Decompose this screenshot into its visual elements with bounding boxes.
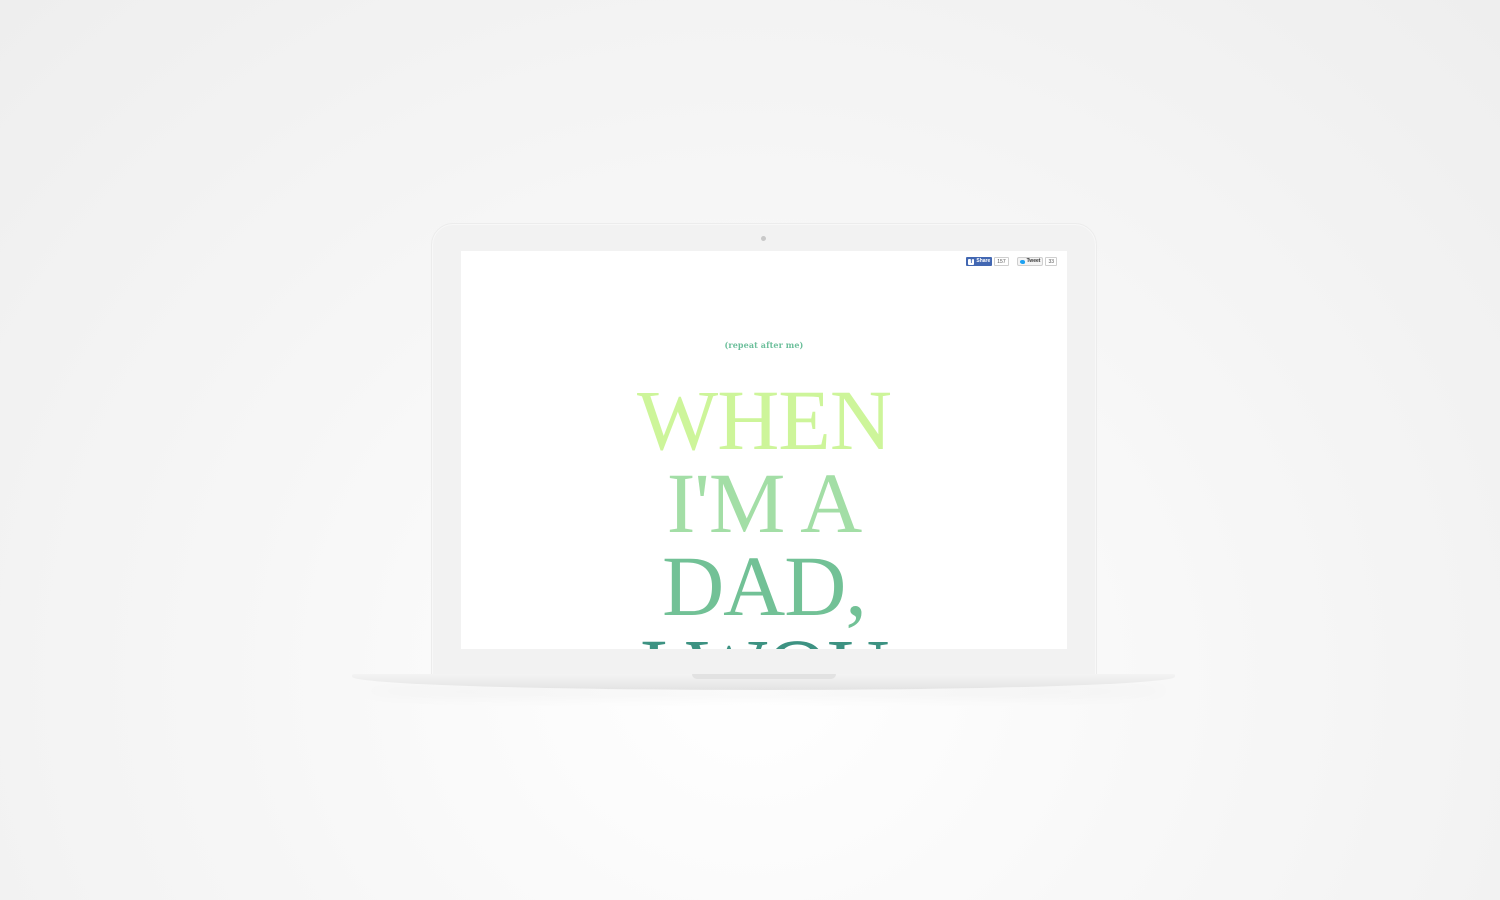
facebook-icon: f (968, 258, 975, 265)
headline-line-4: I WOU (461, 626, 1067, 649)
facebook-share-label: Share (976, 258, 991, 264)
headline-line-1: WHEN (637, 372, 892, 468)
facebook-share-count: 157 (994, 257, 1009, 266)
laptop-screen: f Share 157 Tweet 33 (repeat after me) W… (461, 251, 1067, 649)
headline-line-3: DAD, (662, 538, 867, 634)
twitter-bird-icon (1019, 259, 1025, 264)
tweet-button[interactable]: Tweet (1016, 257, 1044, 266)
twitter-share: Tweet 33 (1016, 257, 1057, 266)
headline: WHEN I'M A DAD, I WOU (461, 372, 1067, 649)
laptop-hinge-notch (692, 674, 836, 679)
headline-line-2: I'M A (666, 455, 862, 551)
facebook-share-button[interactable]: f Share (966, 257, 993, 266)
social-share-bar: f Share 157 Tweet 33 (966, 257, 1057, 266)
facebook-share: f Share 157 (966, 257, 1009, 266)
webcam-icon (761, 236, 766, 241)
tweet-label: Tweet (1026, 258, 1041, 264)
tweet-count: 33 (1045, 257, 1057, 266)
subtitle: (repeat after me) (724, 340, 804, 350)
